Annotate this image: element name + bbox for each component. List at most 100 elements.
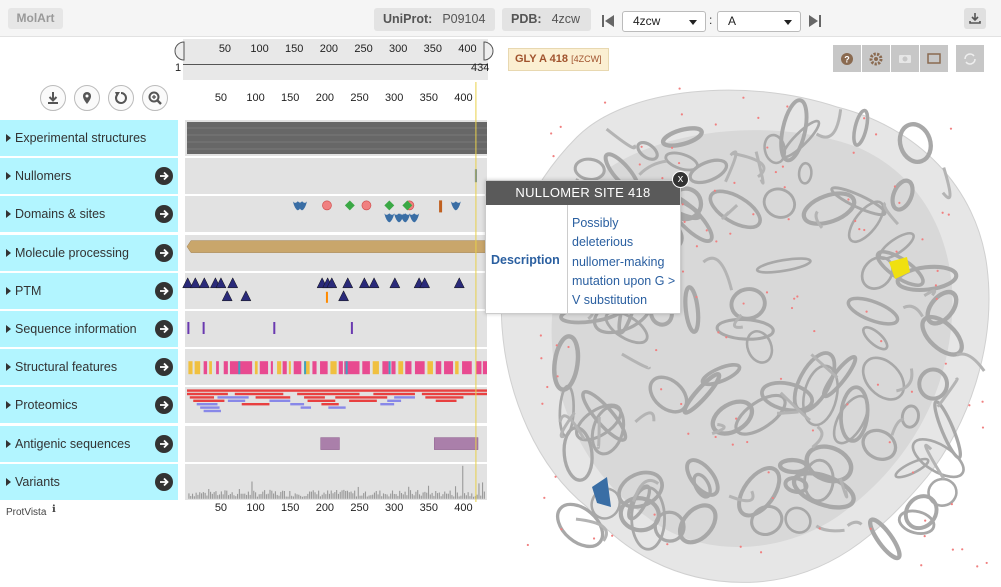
protein-structure-render[interactable] (497, 67, 1001, 587)
variant-bar (327, 490, 329, 499)
variant-bar (381, 496, 383, 499)
structural-feature (405, 361, 412, 375)
water-dot (767, 471, 770, 474)
protvista-brand[interactable]: ProtVista (6, 507, 46, 518)
proteomics-peptide (234, 392, 284, 396)
water-dot (666, 543, 669, 546)
variant-bar (467, 492, 469, 499)
variant-bar (413, 495, 415, 499)
variant-bar (328, 493, 330, 499)
water-dot (811, 429, 815, 432)
water-dot (705, 229, 708, 232)
svg-text:?: ? (844, 55, 850, 65)
water-dot (550, 132, 553, 135)
water-dot (888, 441, 891, 444)
water-dot (670, 146, 674, 149)
first-structure-icon[interactable] (601, 14, 615, 28)
chain-separator: : (709, 13, 713, 27)
variant-bar (406, 495, 408, 499)
variant-bar (471, 493, 473, 499)
tooltip-close-button[interactable]: x (672, 171, 689, 188)
structural-feature (288, 361, 291, 375)
water-dot (765, 291, 769, 294)
water-dot (813, 329, 816, 333)
structural-feature (312, 361, 317, 375)
coil-ribbon (596, 416, 601, 450)
variant-bar (204, 492, 206, 499)
water-dot (920, 564, 923, 567)
structural-feature (223, 361, 228, 375)
structural-feature (391, 361, 396, 375)
variant-bar (314, 492, 316, 499)
variant-bar (359, 495, 361, 499)
variant-bar (240, 493, 242, 499)
variant-bar (195, 492, 197, 499)
variant-bar (463, 493, 466, 499)
variant-bar (222, 494, 224, 499)
water-dot (742, 302, 745, 305)
chain-select[interactable]: A (717, 11, 801, 32)
variant-bar (256, 496, 258, 499)
water-dot (771, 496, 774, 500)
variant-bar (388, 496, 390, 499)
variant-bar (444, 491, 446, 499)
variant-bar (411, 493, 413, 499)
water-dot (790, 306, 794, 310)
variant-bar (449, 490, 451, 499)
variant-bar (200, 493, 203, 499)
ptm-triangle (338, 290, 349, 302)
variant-bar (291, 495, 293, 499)
water-dot (603, 101, 607, 104)
structural-feature (372, 361, 379, 375)
water-dot (681, 203, 684, 206)
variant-bar (435, 491, 437, 499)
structural-feature (282, 361, 287, 375)
variant-bar (260, 494, 262, 499)
ptm-triangle (240, 290, 252, 302)
water-dot (681, 270, 685, 273)
variant-bar (316, 494, 318, 499)
variant-bar (274, 491, 276, 499)
variant-bar (323, 492, 325, 499)
structural-feature (229, 361, 253, 375)
variant-bar (276, 494, 278, 499)
proteomics-peptide (321, 403, 339, 406)
variant-bar (217, 495, 219, 499)
sequence-panel: 50 100 150 200 250 300 350 400 1 434 50 100 150 20… (0, 37, 497, 587)
variant-bar (442, 494, 444, 499)
molart-logo-button[interactable]: MolArt (8, 8, 63, 29)
download-button[interactable] (964, 8, 986, 29)
variant-bar (298, 494, 300, 499)
variant-bar (310, 491, 312, 499)
variant-bar (417, 490, 419, 499)
variant-bar (370, 495, 372, 499)
water-dot (714, 435, 717, 439)
feature-tooltip: NULLOMER SITE 418 Description Possibly d… (485, 180, 681, 315)
info-icon[interactable]: ℹ (52, 504, 56, 515)
proteomics-peptide (394, 396, 415, 399)
water-dot (846, 403, 849, 406)
variant-bar (373, 492, 376, 499)
variant-bar (346, 490, 349, 499)
water-dot (818, 527, 821, 530)
axis-tick: 300 (384, 502, 404, 514)
structure-select[interactable]: 4zcw (622, 11, 706, 32)
site-circle (361, 200, 372, 211)
structural-feature (388, 361, 391, 375)
proteomics-peptide (187, 389, 487, 392)
water-dot (935, 297, 938, 300)
variant-bar (480, 495, 482, 499)
water-dot (746, 440, 749, 444)
variant-bar (483, 491, 485, 499)
variant-bar (208, 489, 210, 499)
variant-bar (382, 493, 385, 499)
coil-ribbon (776, 410, 799, 415)
variant-bar (345, 490, 347, 499)
structural-feature (259, 361, 269, 375)
last-structure-icon[interactable] (808, 14, 822, 28)
water-dot (680, 113, 683, 116)
uniprot-badge: UniProt: P09104 (374, 8, 495, 31)
variant-bar (296, 494, 298, 499)
proteomics-peptide (435, 399, 457, 402)
variant-bar (445, 493, 448, 499)
